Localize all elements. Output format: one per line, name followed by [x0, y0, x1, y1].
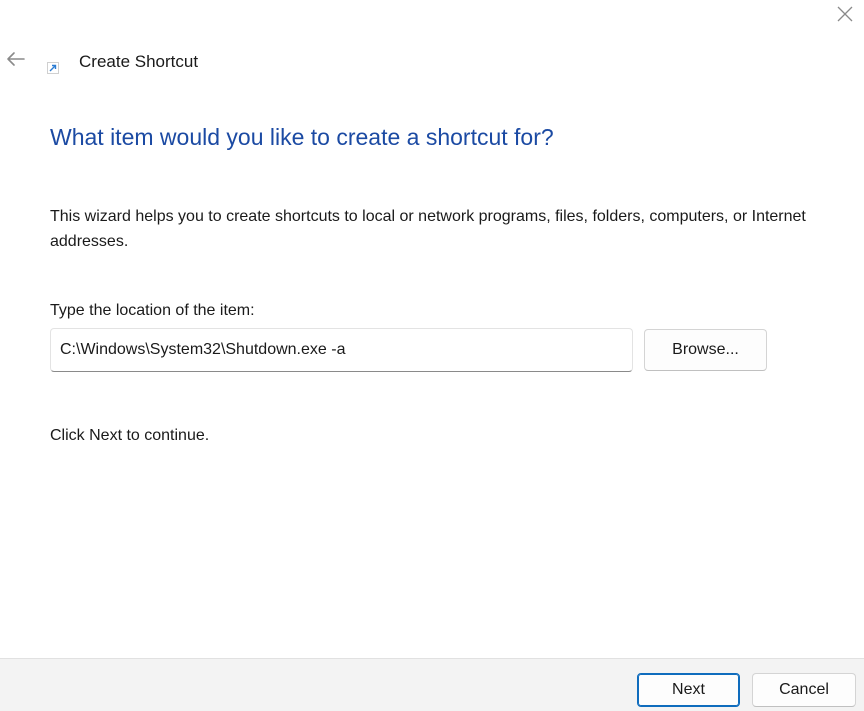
window-title: Create Shortcut: [79, 51, 198, 73]
create-shortcut-dialog: Create Shortcut What item would you like…: [0, 0, 864, 711]
shortcut-icon: [47, 61, 59, 73]
location-label: Type the location of the item:: [50, 300, 255, 322]
page-heading: What item would you like to create a sho…: [50, 122, 554, 152]
close-icon: [837, 6, 853, 27]
continue-instruction: Click Next to continue.: [50, 425, 209, 447]
back-button[interactable]: [0, 46, 30, 76]
next-button[interactable]: Next: [637, 673, 740, 707]
location-input[interactable]: [50, 328, 633, 372]
cancel-button[interactable]: Cancel: [752, 673, 856, 707]
browse-button[interactable]: Browse...: [644, 329, 767, 371]
close-button[interactable]: [826, 0, 864, 32]
back-arrow-icon: [5, 51, 25, 72]
wizard-description: This wizard helps you to create shortcut…: [50, 204, 825, 254]
